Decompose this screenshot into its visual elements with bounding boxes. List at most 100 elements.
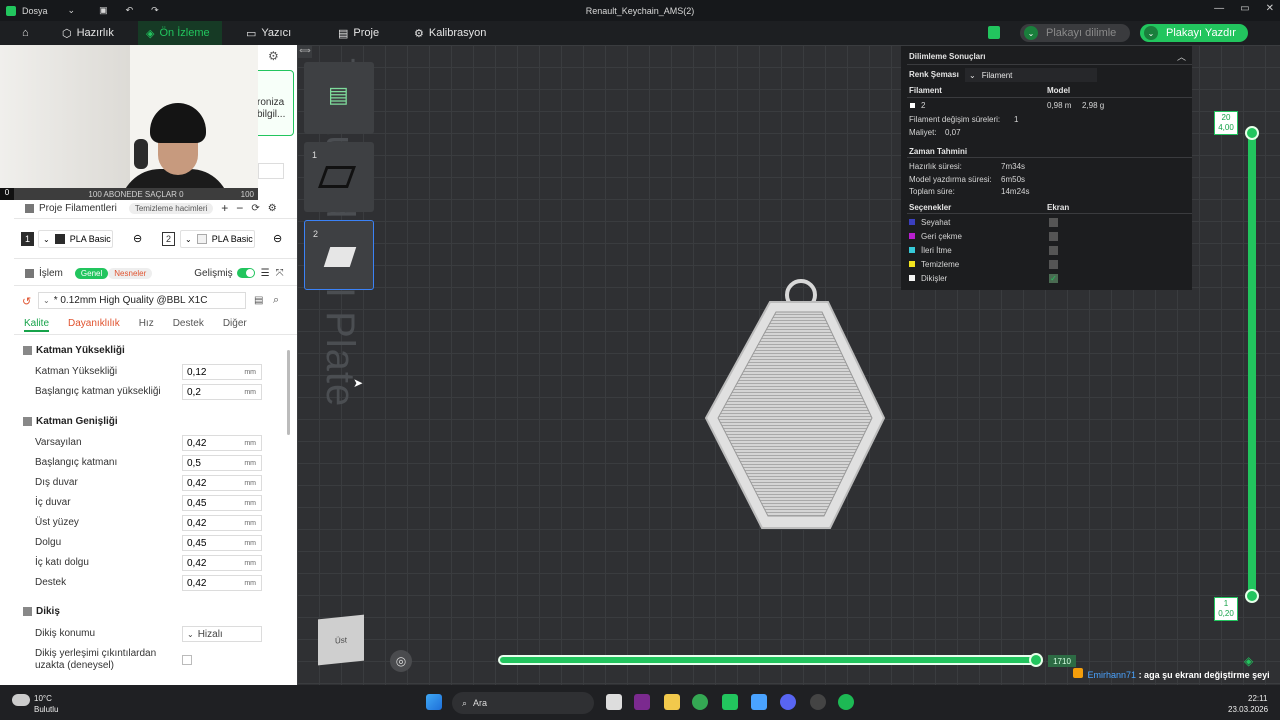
keychain-model[interactable] [700, 278, 890, 532]
subtab-strength[interactable]: Dayanıklılık [68, 318, 120, 332]
print-plate-button[interactable]: ⌄ Plakayı Yazdır [1140, 24, 1248, 42]
chevron-down-icon[interactable]: ⌄ [68, 5, 76, 16]
seam-avoid-checkbox[interactable] [182, 655, 192, 665]
bambu-studio-icon[interactable] [722, 694, 738, 710]
color-scheme-value: Filament [981, 70, 1013, 80]
taskbar-search[interactable]: ⌕ Ara [452, 692, 594, 714]
home-icon: ⌂ [22, 27, 29, 39]
param-label: Üst yüzey [35, 517, 79, 528]
initial-layer-height-field[interactable]: 0,2 mm [182, 384, 262, 400]
tab-general[interactable]: Genel [74, 267, 109, 279]
slice-plate-button[interactable]: ⌄ Plakayı dilimle [1020, 24, 1130, 42]
filament-1-select[interactable]: ⌄ PLA Basic [38, 230, 113, 248]
maximize-button[interactable]: ▭ [1240, 3, 1249, 14]
plate-thumbnail-1[interactable]: 1 [304, 142, 374, 212]
display-checkbox[interactable]: ✓ [1049, 274, 1058, 283]
list-icon[interactable]: ☰ [261, 268, 270, 279]
minimize-button[interactable]: — [1214, 3, 1224, 14]
file-menu[interactable]: Dosya [22, 6, 48, 16]
tab-calibration[interactable]: ⚙ Kalibrasyon [406, 21, 494, 45]
slice-plate-label: Plakayı dilimle [1046, 27, 1117, 39]
app-icon[interactable] [751, 694, 767, 710]
bottom-layer-height: 0,20 [1218, 609, 1234, 618]
plate-tools[interactable]: ▤ [304, 62, 374, 134]
process-profile-select[interactable]: ⌄ * 0.12mm High Quality @BBL X1C [38, 292, 246, 309]
subtab-speed[interactable]: Hız [139, 318, 154, 332]
weather-icon[interactable] [12, 694, 30, 706]
task-view-icon[interactable] [606, 694, 622, 710]
bottom-layer-handle[interactable] [1245, 589, 1259, 603]
color-scheme-select[interactable]: ⌄ Filament [965, 68, 1097, 82]
subtab-support[interactable]: Destek [173, 318, 204, 332]
sync-icon[interactable]: ⟳ [251, 203, 259, 214]
line-width-field[interactable]: 0,42 mm [182, 435, 262, 451]
display-checkbox[interactable] [1049, 246, 1058, 255]
layer-range-slider[interactable] [1248, 132, 1256, 598]
add-icon[interactable]: + [221, 201, 228, 215]
close-button[interactable]: ✕ [1266, 3, 1274, 14]
tab-printer[interactable]: ▭ Yazıcı [238, 21, 299, 45]
collapse-panel-button[interactable]: ⟺ [298, 46, 312, 58]
discord-icon[interactable] [780, 694, 796, 710]
layers-icon[interactable]: ◈ [1244, 654, 1253, 668]
line-width-field[interactable]: 0,42 mm [182, 475, 262, 491]
line-width-field[interactable]: 0,45 mm [182, 495, 262, 511]
reset-icon[interactable]: ↺ [22, 295, 31, 308]
search-box[interactable] [258, 163, 284, 179]
view-cube[interactable]: Üst [318, 614, 364, 666]
file-explorer-icon[interactable] [664, 694, 680, 710]
tab-prepare[interactable]: ⬡ Hazırlık [54, 21, 122, 45]
search-icon[interactable]: ⌕ [273, 294, 279, 307]
windows-start-icon[interactable] [426, 694, 442, 710]
top-layer-label: 20 4,00 [1214, 111, 1238, 135]
save-icon[interactable]: ▤ [254, 295, 263, 306]
chrome-icon[interactable] [692, 694, 708, 710]
edit-filament-icon[interactable]: ⊖ [273, 232, 282, 245]
edit-filament-icon[interactable]: ⊖ [133, 232, 142, 245]
home-button[interactable]: ⌂ [14, 21, 37, 45]
display-checkbox[interactable] [1049, 260, 1058, 269]
plate-thumbnail-2[interactable]: 2 [304, 220, 374, 290]
subtab-others[interactable]: Diğer [223, 318, 247, 332]
save-icon[interactable]: ▣ [99, 5, 108, 16]
panel-scrollbar[interactable] [287, 350, 290, 435]
subtab-quality[interactable]: Kalite [24, 318, 50, 332]
layer-height-field[interactable]: 0,12 mm [182, 364, 262, 380]
tab-objects[interactable]: Nesneler [108, 267, 153, 279]
line-width-field[interactable]: 0,5 mm [182, 455, 262, 471]
spotify-icon[interactable] [838, 694, 854, 710]
tab-label: Yazıcı [261, 27, 292, 39]
collapse-icon[interactable]: ︿ [1177, 50, 1186, 63]
undo-icon[interactable]: ↶ [126, 5, 134, 16]
redo-icon[interactable]: ↷ [151, 5, 159, 16]
gear-icon[interactable]: ⚙ [268, 49, 279, 63]
chat-username: Emirhann71 [1087, 670, 1137, 680]
line-width-field[interactable]: 0,45 mm [182, 535, 262, 551]
gear-icon[interactable]: ⚙ [268, 203, 277, 214]
seam-position-select[interactable]: ⌄ Hizalı [182, 626, 262, 642]
line-width-field[interactable]: 0,42 mm [182, 575, 262, 591]
recenter-view-icon[interactable]: ◎ [390, 650, 412, 672]
move-slider[interactable] [498, 655, 1038, 665]
app-icon[interactable] [810, 694, 826, 710]
online-card[interactable]: roniza bilgil... [252, 70, 294, 136]
chevron-down-icon[interactable]: ⌄ [1024, 26, 1038, 40]
purge-volumes-button[interactable]: Temizleme hacimleri [128, 202, 214, 214]
tab-preview[interactable]: ◈ Ön İzleme [138, 21, 222, 45]
line-width-field[interactable]: 0,42 mm [182, 515, 262, 531]
chevron-down-icon[interactable]: ⌄ [1144, 26, 1158, 40]
top-layer-handle[interactable] [1245, 126, 1259, 140]
remove-icon[interactable]: − [236, 201, 243, 215]
move-slider-handle[interactable] [1029, 653, 1043, 667]
plate-settings-icon[interactable] [988, 26, 1000, 39]
compare-icon[interactable]: ⤧ [276, 268, 284, 279]
display-checkbox[interactable] [1049, 232, 1058, 241]
display-checkbox[interactable] [1049, 218, 1058, 227]
app-icon[interactable] [634, 694, 650, 710]
plate-number: 2 [313, 229, 319, 239]
field-value: 0,45 [187, 537, 207, 549]
filament-2-select[interactable]: ⌄ PLA Basic [180, 230, 255, 248]
line-width-field[interactable]: 0,42 mm [182, 555, 262, 571]
advanced-toggle[interactable] [236, 268, 255, 278]
tab-project[interactable]: ▤ Proje [330, 21, 387, 45]
